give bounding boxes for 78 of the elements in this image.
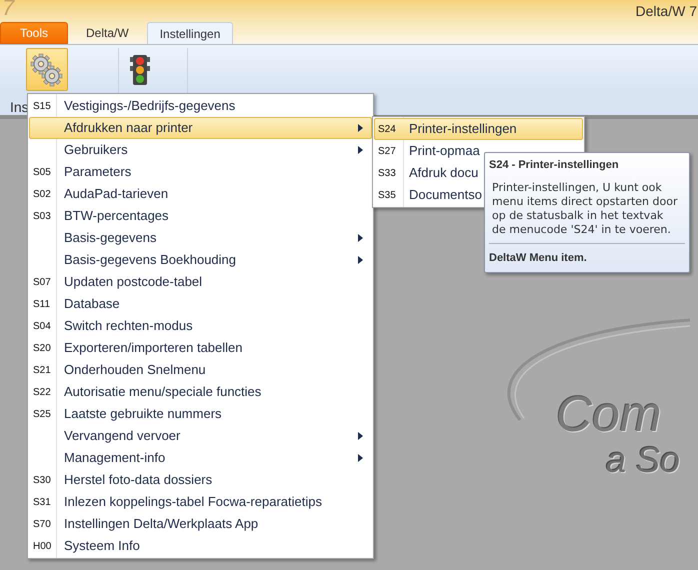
menu-label: Database — [64, 295, 120, 314]
ribbon-tab[interactable]: Instellingen — [146, 22, 234, 44]
menu-code: S70 — [32, 518, 52, 532]
menu-label: Afdruk docu — [409, 164, 478, 182]
menu-item[interactable]: Afdrukken naar printer — [29, 117, 372, 139]
menu-code: S04 — [32, 320, 52, 334]
ribbon-button[interactable] — [26, 48, 68, 91]
menu-label: Onderhouden Snelmenu — [64, 361, 206, 380]
menu-item[interactable]: S05 Parameters — [29, 161, 372, 183]
traffic-light-icon — [128, 54, 152, 86]
menu-item[interactable]: S02 AudaPad-tarieven — [29, 183, 372, 205]
menu-label: Afdrukken naar printer — [64, 119, 193, 138]
menu-code: S03 — [32, 210, 52, 224]
menu-item[interactable]: S15 Vestigings-/Bedrijfs-gegevens — [29, 95, 372, 117]
menu-label: AudaPad-tarieven — [64, 185, 168, 204]
tooltip-text: Printer-instellingen, U kunt ook menu items direct opstarten door op de statusbalk in het textvak de menucode 'S24' in te voeren. — [491, 180, 678, 236]
menu-code: H00 — [32, 540, 52, 554]
menu-item[interactable]: S20 Exporteren/importeren tabellen — [29, 337, 372, 359]
menu-code: S24 — [377, 122, 397, 136]
menu-code: S05 — [32, 166, 52, 180]
menu-label: Basis-gegevens — [64, 229, 156, 248]
menu-item[interactable]: Basis-gegevens Boekhouding — [29, 249, 372, 271]
menu-code: S15 — [32, 100, 52, 114]
menu-item[interactable]: Vervangend vervoer — [29, 425, 372, 447]
menu-code: S02 — [32, 188, 52, 202]
menu-label: Documentso — [409, 186, 482, 204]
menu-label: Basis-gegevens Boekhouding — [64, 251, 236, 270]
menu-item[interactable]: S07 Updaten postcode-tabel — [29, 271, 372, 293]
menu-item[interactable]: S24 Printer-instellingen — [374, 118, 583, 140]
logo-text: Com — [556, 386, 662, 442]
menu-item[interactable]: S25 Laatste gebruikte nummers — [29, 403, 372, 425]
menu-label: Vestigings-/Bedrijfs-gegevens — [64, 97, 236, 116]
menu-label: Inlezen koppelings-tabel Focwa-reparatietips — [64, 493, 322, 512]
menu-label: Autorisatie menu/speciale functies — [64, 383, 262, 402]
menu-label: Exporteren/importeren tabellen — [64, 339, 242, 358]
tooltip-footer: DeltaW Menu item. — [489, 250, 685, 266]
menu-code: S33 — [377, 166, 397, 180]
menu-code: S22 — [32, 386, 52, 400]
menu-item[interactable]: Management-info — [29, 447, 372, 469]
menu-label: Instellingen Delta/Werkplaats App — [64, 515, 258, 534]
menu-item[interactable]: Basis-gegevens — [29, 227, 372, 249]
menu-label: Systeem Info — [64, 537, 140, 556]
ribbon-tab[interactable]: Delta/W — [68, 22, 147, 44]
window-title: Delta/W 7 — [636, 2, 698, 21]
menu-item[interactable]: S70 Instellingen Delta/Werkplaats App — [29, 513, 372, 535]
logo-text: a So — [606, 442, 680, 478]
menu-code: S31 — [32, 496, 52, 510]
menu-item[interactable]: S04 Switch rechten-modus — [29, 315, 372, 337]
menu-label: Vervangend vervoer — [64, 427, 180, 446]
gears-icon — [30, 52, 64, 86]
menu-label: Print-opmaa — [409, 142, 480, 160]
menu-item[interactable]: S21 Onderhouden Snelmenu — [29, 359, 372, 381]
menu-code: S27 — [377, 144, 397, 158]
menu-item[interactable]: S31 Inlezen koppelings-tabel Focwa-reparatietips — [29, 491, 372, 513]
menu-code: S20 — [32, 342, 52, 356]
menu-item[interactable]: S03 BTW-percentages — [29, 205, 372, 227]
menu-item[interactable]: S30 Herstel foto-data dossiers — [29, 469, 372, 491]
menu-code: S11 — [32, 298, 52, 312]
menu-code: S35 — [377, 188, 397, 202]
menu-label: Herstel foto-data dossiers — [64, 471, 212, 490]
menu-item[interactable]: S11 Database — [29, 293, 372, 315]
menu-label: Gebruikers — [64, 141, 128, 160]
menu-label: Management-info — [64, 449, 166, 468]
menu-code: S30 — [32, 474, 52, 488]
menu-label: BTW-percentages — [64, 207, 169, 226]
menu-label: Printer-instellingen — [409, 120, 517, 138]
menu-item[interactable]: Gebruikers — [29, 139, 372, 161]
menu-item[interactable]: H00 Systeem Info — [29, 535, 372, 557]
menu-item[interactable]: S22 Autorisatie menu/speciale functies — [29, 381, 372, 403]
menu-label: Updaten postcode-tabel — [64, 273, 202, 292]
menu-label: Parameters — [64, 163, 132, 182]
menu-code: S25 — [32, 408, 52, 422]
menu-code: S07 — [32, 276, 52, 290]
menu-label: Switch rechten-modus — [64, 317, 193, 336]
app-mark: 7 — [1, 0, 14, 18]
menu-label: Laatste gebruikte nummers — [64, 405, 222, 424]
tooltip-title: S24 - Printer-instellingen — [489, 158, 620, 173]
menu-code: S21 — [32, 364, 52, 378]
